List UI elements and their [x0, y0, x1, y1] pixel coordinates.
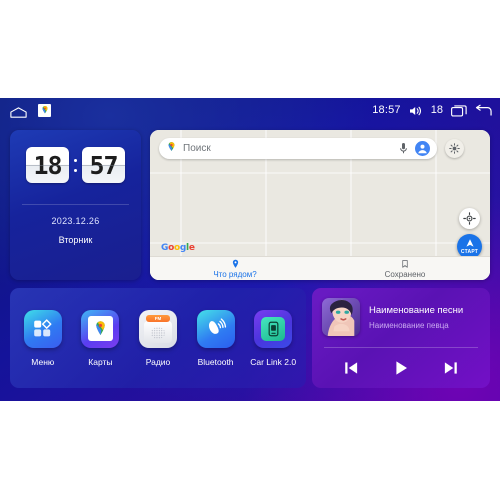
- music-track-info: Наименование песни Наименование певца: [312, 288, 490, 336]
- previous-track-button[interactable]: [340, 359, 362, 377]
- app-menu-label: Меню: [31, 356, 55, 367]
- radio-icon-inner: FM: [143, 314, 172, 343]
- google-maps-icon[interactable]: [81, 309, 120, 348]
- status-bar: 18:57 18: [0, 98, 500, 122]
- clock-minutes: 57: [89, 150, 118, 180]
- status-bar-right: 18:57 18: [372, 104, 492, 117]
- home-icon[interactable]: [10, 105, 27, 118]
- clock-colon: [72, 158, 79, 172]
- maps-icon-inner: [87, 316, 113, 341]
- account-avatar-icon[interactable]: [415, 141, 430, 156]
- app-radio-label: Радио: [145, 356, 171, 367]
- location-pin-icon: [232, 259, 238, 268]
- app-menu[interactable]: Меню: [16, 309, 70, 367]
- tab-saved-label: Сохранено: [384, 269, 426, 279]
- search-input[interactable]: Поиск: [183, 143, 399, 154]
- clock-hours-card: 18: [26, 147, 69, 183]
- status-time: 18:57: [372, 104, 401, 116]
- play-button[interactable]: [390, 359, 412, 377]
- microphone-icon[interactable]: [399, 142, 408, 155]
- clock-minutes-card: 57: [82, 147, 125, 183]
- tab-saved[interactable]: Сохранено: [320, 257, 490, 280]
- music-controls: [312, 348, 490, 377]
- app-dock: Меню Карты FM Радио Bluetooth Car Link 2…: [10, 288, 306, 388]
- clock-widget[interactable]: 18 57 2023.12.26 Вторник: [10, 130, 141, 280]
- clock-time: 18 57: [10, 130, 141, 183]
- google-attribution: Google: [161, 243, 195, 253]
- track-title: Наименование песни: [369, 304, 464, 316]
- track-artist: Наименование певца: [369, 320, 449, 330]
- app-bluetooth[interactable]: Bluetooth: [189, 309, 243, 367]
- app-maps-label: Карты: [88, 356, 113, 367]
- radio-band-label: FM: [145, 314, 170, 322]
- car-link-icon[interactable]: [254, 309, 293, 348]
- bluetooth-phone-icon[interactable]: [196, 309, 235, 348]
- radio-speaker-grille: [150, 326, 165, 339]
- navigation-arrow-icon: [465, 239, 474, 247]
- speaker-icon[interactable]: [409, 104, 423, 116]
- tab-whats-nearby[interactable]: Что рядом?: [150, 257, 320, 280]
- album-art: [322, 298, 360, 336]
- status-bar-left: [10, 103, 51, 118]
- music-text-block: Наименование песни Наименование певца: [369, 305, 463, 330]
- music-player-widget[interactable]: Наименование песни Наименование певца: [312, 288, 490, 388]
- recents-icon[interactable]: [451, 104, 467, 117]
- back-icon[interactable]: [475, 104, 492, 117]
- my-location-icon[interactable]: [459, 208, 480, 229]
- start-button-label: СТАРТ: [460, 249, 479, 255]
- clock-weekday: Вторник: [58, 235, 93, 245]
- next-track-button[interactable]: [440, 359, 462, 377]
- radio-icon[interactable]: FM: [138, 309, 177, 348]
- google-maps-icon[interactable]: [38, 103, 51, 117]
- volume-level: 18: [430, 104, 443, 116]
- clock-date: 2023.12.26: [51, 216, 100, 226]
- google-maps-pin-icon: [166, 140, 177, 158]
- app-radio[interactable]: FM Радио: [131, 309, 185, 367]
- map-layers-icon[interactable]: [445, 139, 464, 158]
- app-car-link[interactable]: Car Link 2.0: [246, 309, 300, 367]
- map-bottom-tabs: Что рядом? Сохранено: [150, 256, 490, 280]
- car-link-icon-inner: [261, 316, 286, 341]
- map-search-bar[interactable]: Поиск: [159, 138, 437, 159]
- clock-divider: [22, 204, 129, 205]
- map-widget[interactable]: Поиск СТАРТ Google Что рядом? Сохранено: [150, 130, 490, 280]
- app-bluetooth-label: Bluetooth: [197, 356, 234, 367]
- app-car-link-label: Car Link 2.0: [250, 356, 297, 367]
- device-screen: 18:57 18 18 57 2023.12.26 Вторник Поиск …: [0, 98, 500, 401]
- app-maps[interactable]: Карты: [73, 309, 127, 367]
- tab-whats-nearby-label: Что рядом?: [213, 269, 257, 279]
- bookmark-icon: [402, 259, 408, 268]
- clock-hours: 18: [33, 150, 62, 180]
- apps-grid-icon[interactable]: [23, 309, 62, 348]
